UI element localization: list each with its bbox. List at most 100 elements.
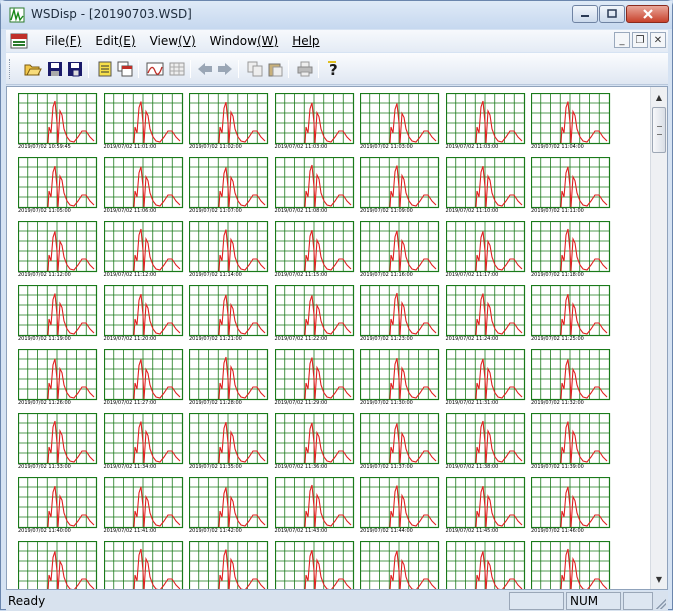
scroll-up-button[interactable]: ▲ <box>651 89 667 105</box>
waveform-thumbnail[interactable]: 2019/07/02 11:11:00 <box>531 157 611 217</box>
waveform-thumbnail[interactable]: 2019/07/02 11:10:00 <box>445 157 526 217</box>
waveform-thumbnail[interactable]: 2019/07/02 11:24:00 <box>445 285 526 345</box>
save-all-button[interactable] <box>66 60 84 78</box>
waveform-thumbnail[interactable]: 2019/07/02 11:01:00 <box>103 93 184 153</box>
waveform-thumbnail[interactable]: 2019/07/02 11:23:00 <box>360 285 440 345</box>
waveform-thumbnail[interactable]: 2019/07/02 11:33:00 <box>18 413 98 473</box>
title-bar[interactable]: WSDisp - [20190703.WSD] <box>1 1 672 29</box>
waveform-thumbnail[interactable]: 2019/07/02 11:40:00 <box>18 477 98 537</box>
waveform-thumbnail[interactable]: 2019/07/02 11:45:00 <box>445 477 526 537</box>
resize-grip[interactable] <box>656 599 666 609</box>
waveform-thumbnail[interactable] <box>18 541 98 589</box>
waveform-thumbnail[interactable]: 2019/07/02 11:29:00 <box>274 349 355 409</box>
save-all-icon <box>68 62 82 77</box>
menu-bar: File(F) Edit(E) View(V) Window(W) Help _… <box>6 30 668 52</box>
waveform-thumbnail[interactable]: 2019/07/02 11:03:00 <box>360 93 440 153</box>
waveform-thumbnail[interactable]: 2019/07/02 11:12:00 <box>18 221 98 281</box>
grid-button[interactable] <box>168 60 186 78</box>
waveform-thumbnail[interactable]: 2019/07/02 11:31:00 <box>445 349 526 409</box>
toolbar-grip[interactable] <box>9 59 12 79</box>
copy-button[interactable] <box>246 60 264 78</box>
waveform-thumbnail[interactable]: 2019/07/02 11:37:00 <box>360 413 440 473</box>
forward-button[interactable] <box>216 60 234 78</box>
waveform-thumbnail[interactable]: 2019/07/02 11:02:00 <box>189 93 269 153</box>
waveform-thumbnail[interactable]: 2019/07/02 11:07:00 <box>189 157 269 217</box>
waveform-thumbnail[interactable] <box>445 541 526 589</box>
waveform-thumbnail[interactable]: 2019/07/02 11:32:00 <box>531 349 611 409</box>
waveform-thumbnail[interactable]: 2019/07/02 11:06:00 <box>103 157 184 217</box>
menu-edit[interactable]: Edit(E) <box>88 34 142 48</box>
waveform-thumbnail[interactable]: 2019/07/02 11:46:00 <box>531 477 611 537</box>
waveform-thumbnail[interactable]: 2019/07/02 11:14:00 <box>189 221 269 281</box>
back-button[interactable] <box>196 60 214 78</box>
help-button[interactable]: ? <box>324 60 342 78</box>
minimize-button[interactable] <box>572 5 598 23</box>
waveform-thumbnail[interactable]: 2019/07/02 11:17:00 <box>445 221 526 281</box>
waveform-thumbnail[interactable]: 2019/07/02 11:44:00 <box>360 477 440 537</box>
waveform-thumbnail[interactable]: 2019/07/02 11:05:00 <box>18 157 98 217</box>
paste-button[interactable] <box>266 60 284 78</box>
waveform-thumbnail[interactable]: 2019/07/02 11:27:00 <box>103 349 184 409</box>
scroll-down-button[interactable]: ▼ <box>651 571 667 587</box>
open-button[interactable] <box>24 60 42 78</box>
waveform-thumbnail[interactable]: 2019/07/02 11:28:00 <box>189 349 269 409</box>
document-icon[interactable] <box>10 33 28 49</box>
toolbar: ? <box>6 53 668 85</box>
waveform-thumbnail[interactable]: 2019/07/02 11:16:00 <box>360 221 440 281</box>
waveform-thumbnail[interactable]: 2019/07/02 11:36:00 <box>274 413 355 473</box>
waveform-thumbnail[interactable]: 2019/07/02 11:20:00 <box>103 285 184 345</box>
waveform-thumbnail[interactable]: 2019/07/02 11:15:00 <box>274 221 355 281</box>
waveform-thumbnail[interactable]: 2019/07/02 11:34:00 <box>103 413 184 473</box>
waveform-thumbnail[interactable] <box>189 541 269 589</box>
waveform-plot <box>360 157 440 209</box>
waveform-thumbnail[interactable]: 2019/07/02 11:39:00 <box>531 413 611 473</box>
waveform-thumbnail[interactable]: 2019/07/02 11:08:00 <box>274 157 355 217</box>
menu-help[interactable]: Help <box>285 34 326 48</box>
menu-file[interactable]: File(F) <box>38 34 88 48</box>
graph-button[interactable] <box>146 60 164 78</box>
mdi-close-button[interactable]: ✕ <box>650 32 666 48</box>
waveform-thumbnail[interactable]: 2019/07/02 11:42:00 <box>189 477 269 537</box>
waveform-thumbnail[interactable]: 2019/07/02 11:22:00 <box>274 285 355 345</box>
menu-window[interactable]: Window(W) <box>203 34 286 48</box>
help-icon: ? <box>328 61 338 77</box>
waveform-thumbnail[interactable]: 2019/07/02 11:04:00 <box>531 93 611 153</box>
waveform-thumbnail[interactable] <box>103 541 184 589</box>
waveform-thumbnail[interactable]: 2019/07/02 11:25:00 <box>531 285 611 345</box>
waveform-plot <box>531 157 611 209</box>
waveform-plot <box>274 349 354 401</box>
waveform-thumbnail[interactable]: 2019/07/02 11:21:00 <box>189 285 269 345</box>
maximize-button[interactable] <box>599 5 625 23</box>
close-button[interactable] <box>626 5 669 23</box>
scroll-thumb[interactable] <box>652 107 666 153</box>
waveform-thumbnail[interactable] <box>360 541 440 589</box>
waveform-thumbnail[interactable]: 2019/07/02 11:09:00 <box>360 157 440 217</box>
waveform-thumbnail[interactable]: 2019/07/02 11:19:00 <box>18 285 98 345</box>
waveform-thumbnail[interactable]: 2019/07/02 11:41:00 <box>103 477 184 537</box>
mdi-restore-button[interactable]: ❐ <box>632 32 648 48</box>
waveform-thumbnail[interactable]: 2019/07/02 11:26:00 <box>18 349 98 409</box>
waveform-thumbnail[interactable]: 2019/07/02 11:30:00 <box>360 349 440 409</box>
waveform-thumbnail[interactable]: 2019/07/02 11:03:00 <box>274 93 355 153</box>
waveform-thumbnail[interactable] <box>531 541 611 589</box>
waveform-thumbnail[interactable]: 2019/07/02 11:38:00 <box>445 413 526 473</box>
mdi-minimize-button[interactable]: _ <box>614 32 630 48</box>
minimize-icon <box>581 15 589 17</box>
waveform-thumbnail[interactable] <box>274 541 355 589</box>
save-button[interactable] <box>46 60 64 78</box>
thumbnail-timestamp: 2019/07/02 11:32:00 <box>531 400 584 406</box>
waveform-thumbnail[interactable]: 2019/07/02 11:03:00 <box>445 93 526 153</box>
thumbnail-timestamp: 2019/07/02 11:37:00 <box>360 464 413 470</box>
new-doc-button[interactable] <box>96 60 114 78</box>
toolbar-separator <box>288 60 289 78</box>
menu-view[interactable]: View(V) <box>143 34 203 48</box>
waveform-thumbnail[interactable]: 2019/07/02 11:18:00 <box>531 221 611 281</box>
vertical-scrollbar[interactable]: ▲ ▼ <box>650 87 667 589</box>
copy-window-button[interactable] <box>116 60 134 78</box>
waveform-thumbnail[interactable]: 2019/07/02 11:35:00 <box>189 413 269 473</box>
waveform-plot <box>189 541 269 589</box>
waveform-thumbnail[interactable]: 2019/07/02 11:43:00 <box>274 477 355 537</box>
print-button[interactable] <box>296 60 314 78</box>
waveform-thumbnail[interactable]: 2019/07/02 11:12:00 <box>103 221 184 281</box>
waveform-thumbnail[interactable]: 2019/07/02 10:59:45 <box>18 93 98 153</box>
